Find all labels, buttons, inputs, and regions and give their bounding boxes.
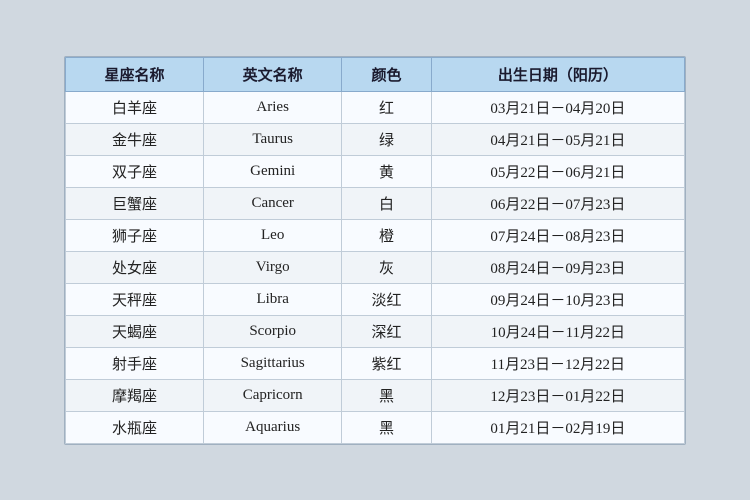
column-header-3: 出生日期（阳历） [431,57,684,91]
table-cell-r6-c2: 淡红 [342,283,431,315]
column-header-2: 颜色 [342,57,431,91]
table-cell-r5-c0: 处女座 [66,251,204,283]
table-row: 处女座Virgo灰08月24日－09月23日 [66,251,685,283]
table-cell-r10-c2: 黑 [342,411,431,443]
table-cell-r4-c2: 橙 [342,219,431,251]
table-cell-r1-c2: 绿 [342,123,431,155]
table-cell-r9-c2: 黑 [342,379,431,411]
table-cell-r8-c3: 11月23日－12月22日 [431,347,684,379]
table-cell-r6-c0: 天秤座 [66,283,204,315]
table-cell-r2-c1: Gemini [204,155,342,187]
table-body: 白羊座Aries红03月21日－04月20日金牛座Taurus绿04月21日－0… [66,91,685,443]
table-row: 射手座Sagittarius紫红11月23日－12月22日 [66,347,685,379]
table-row: 巨蟹座Cancer白06月22日－07月23日 [66,187,685,219]
table-cell-r1-c0: 金牛座 [66,123,204,155]
zodiac-table-wrapper: 星座名称英文名称颜色出生日期（阳历） 白羊座Aries红03月21日－04月20… [64,56,686,445]
table-cell-r0-c2: 红 [342,91,431,123]
table-cell-r9-c3: 12月23日－01月22日 [431,379,684,411]
table-cell-r8-c2: 紫红 [342,347,431,379]
column-header-1: 英文名称 [204,57,342,91]
table-cell-r3-c1: Cancer [204,187,342,219]
table-cell-r6-c1: Libra [204,283,342,315]
table-cell-r9-c0: 摩羯座 [66,379,204,411]
table-cell-r2-c0: 双子座 [66,155,204,187]
table-cell-r5-c3: 08月24日－09月23日 [431,251,684,283]
table-cell-r0-c1: Aries [204,91,342,123]
table-cell-r8-c1: Sagittarius [204,347,342,379]
table-cell-r2-c3: 05月22日－06月21日 [431,155,684,187]
table-cell-r10-c3: 01月21日－02月19日 [431,411,684,443]
table-header-row: 星座名称英文名称颜色出生日期（阳历） [66,57,685,91]
table-cell-r3-c2: 白 [342,187,431,219]
table-row: 金牛座Taurus绿04月21日－05月21日 [66,123,685,155]
table-cell-r4-c0: 狮子座 [66,219,204,251]
table-cell-r4-c1: Leo [204,219,342,251]
table-cell-r10-c0: 水瓶座 [66,411,204,443]
column-header-0: 星座名称 [66,57,204,91]
table-cell-r7-c0: 天蝎座 [66,315,204,347]
table-cell-r1-c1: Taurus [204,123,342,155]
table-cell-r2-c2: 黄 [342,155,431,187]
table-row: 水瓶座Aquarius黑01月21日－02月19日 [66,411,685,443]
table-cell-r10-c1: Aquarius [204,411,342,443]
table-cell-r0-c3: 03月21日－04月20日 [431,91,684,123]
table-cell-r5-c1: Virgo [204,251,342,283]
table-cell-r8-c0: 射手座 [66,347,204,379]
table-row: 白羊座Aries红03月21日－04月20日 [66,91,685,123]
table-cell-r7-c1: Scorpio [204,315,342,347]
table-cell-r9-c1: Capricorn [204,379,342,411]
table-cell-r7-c2: 深红 [342,315,431,347]
table-cell-r5-c2: 灰 [342,251,431,283]
table-row: 天蝎座Scorpio深红10月24日－11月22日 [66,315,685,347]
table-row: 摩羯座Capricorn黑12月23日－01月22日 [66,379,685,411]
table-cell-r0-c0: 白羊座 [66,91,204,123]
table-cell-r7-c3: 10月24日－11月22日 [431,315,684,347]
table-cell-r1-c3: 04月21日－05月21日 [431,123,684,155]
table-cell-r6-c3: 09月24日－10月23日 [431,283,684,315]
zodiac-table: 星座名称英文名称颜色出生日期（阳历） 白羊座Aries红03月21日－04月20… [65,57,685,444]
table-row: 双子座Gemini黄05月22日－06月21日 [66,155,685,187]
table-cell-r4-c3: 07月24日－08月23日 [431,219,684,251]
table-cell-r3-c0: 巨蟹座 [66,187,204,219]
table-row: 天秤座Libra淡红09月24日－10月23日 [66,283,685,315]
table-cell-r3-c3: 06月22日－07月23日 [431,187,684,219]
table-row: 狮子座Leo橙07月24日－08月23日 [66,219,685,251]
